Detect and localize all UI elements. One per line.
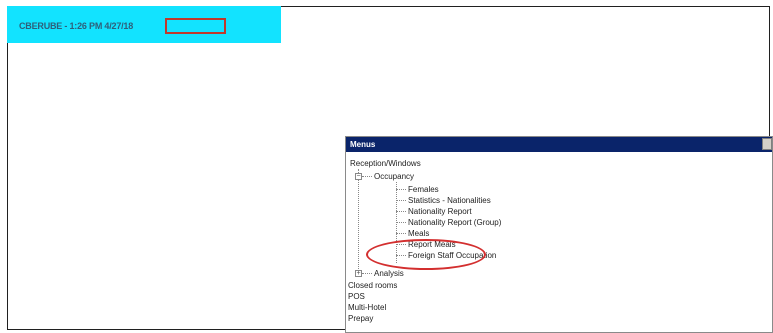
tree-item-females[interactable]: Females bbox=[408, 184, 439, 195]
caption-highlight-box bbox=[165, 18, 226, 34]
menus-window-titlebar: Menus bbox=[346, 137, 772, 152]
close-icon[interactable] bbox=[762, 138, 772, 150]
collapse-icon[interactable]: − bbox=[355, 173, 362, 180]
tree-item-occupancy[interactable]: Occupancy bbox=[374, 171, 414, 182]
tree-item-pos[interactable]: POS bbox=[348, 291, 365, 302]
tree-item-reception-windows[interactable]: Reception/Windows bbox=[350, 158, 421, 169]
annotation-ellipse bbox=[366, 239, 486, 270]
tree-item-prepay[interactable]: Prepay bbox=[348, 313, 373, 324]
tree-item-multi-hotel[interactable]: Multi-Hotel bbox=[348, 302, 386, 313]
expand-icon[interactable]: + bbox=[355, 270, 362, 277]
tree-item-statistics-nationalities[interactable]: Statistics - Nationalities bbox=[408, 195, 491, 206]
menus-window: Menus Reception/Windows − Occupancy Fema… bbox=[345, 136, 773, 333]
tree-item-analysis[interactable]: Analysis bbox=[374, 268, 404, 279]
menus-window-title: Menus bbox=[350, 140, 376, 149]
caption-text: CBERUBE - 1:26 PM 4/27/18 bbox=[19, 21, 134, 31]
caption-bar: CBERUBE - 1:26 PM 4/27/18 bbox=[7, 6, 281, 43]
tree-item-nationality-report[interactable]: Nationality Report bbox=[408, 206, 472, 217]
tree-item-nationality-report-group[interactable]: Nationality Report (Group) bbox=[408, 217, 501, 228]
tree-item-meals[interactable]: Meals bbox=[408, 228, 429, 239]
tree-item-closed-rooms[interactable]: Closed rooms bbox=[348, 280, 397, 291]
